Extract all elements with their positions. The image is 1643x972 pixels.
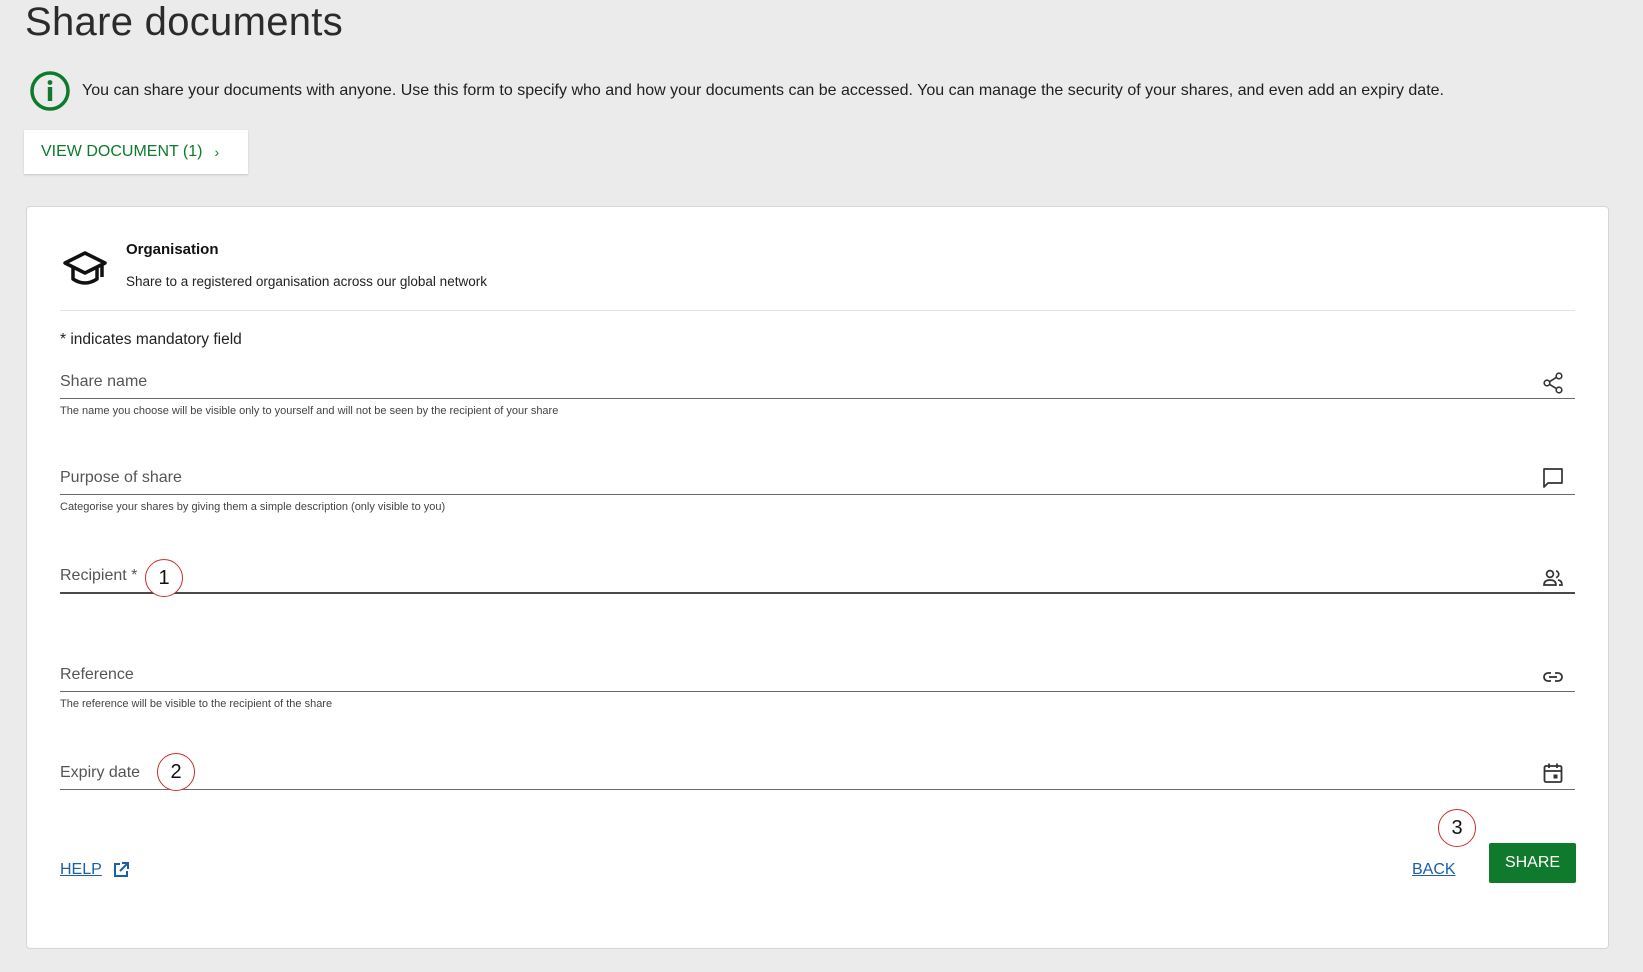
reference-hint: The reference will be visible to the rec… (60, 698, 333, 710)
share-name-underline (60, 398, 1575, 399)
recipient-label: Recipient * (60, 567, 138, 584)
share-name-field[interactable]: Share name The name you choose will be v… (60, 371, 1575, 423)
recipient-field[interactable]: Recipient * (60, 567, 1575, 607)
view-document-label: VIEW DOCUMENT (1) (41, 143, 203, 160)
share-form-card: Organisation Share to a registered organ… (26, 206, 1609, 949)
share-button[interactable]: SHARE (1489, 843, 1576, 883)
mandatory-note: * indicates mandatory field (60, 331, 242, 348)
expiry-date-field[interactable]: Expiry date (60, 761, 1575, 804)
help-label: HELP (60, 861, 102, 878)
callout-3: 3 (1438, 809, 1476, 847)
graduation-cap-icon (63, 251, 107, 285)
page-title: Share documents (25, 0, 344, 44)
calendar-icon[interactable] (1541, 761, 1565, 785)
help-link[interactable]: HELP (60, 861, 130, 879)
info-banner: You can share your documents with anyone… (28, 69, 1444, 113)
recipient-underline (60, 592, 1575, 594)
expiry-date-underline (60, 789, 1575, 790)
callout-1: 1 (145, 559, 183, 597)
reference-field[interactable]: Reference The reference will be visible … (60, 666, 1575, 716)
purpose-field[interactable]: Purpose of share Categorise your shares … (60, 466, 1575, 519)
reference-label: Reference (60, 666, 134, 683)
reference-underline (60, 691, 1575, 692)
organisation-subtitle: Share to a registered organisation acros… (126, 274, 487, 289)
info-text: You can share your documents with anyone… (82, 82, 1444, 99)
callout-2: 2 (157, 753, 195, 791)
organisation-title: Organisation (126, 241, 219, 258)
view-document-button[interactable]: VIEW DOCUMENT (1) › (24, 130, 248, 174)
divider (60, 310, 1575, 311)
comment-icon[interactable] (1541, 466, 1565, 490)
chevron-right-icon: › (214, 144, 220, 160)
info-icon (30, 71, 70, 111)
share-name-label: Share name (60, 373, 148, 390)
external-link-icon (113, 862, 129, 877)
people-icon[interactable] (1541, 566, 1565, 590)
purpose-underline (60, 494, 1575, 495)
purpose-hint: Categorise your shares by giving them a … (60, 501, 446, 513)
share-name-hint: The name you choose will be visible only… (60, 405, 559, 417)
purpose-label: Purpose of share (60, 469, 182, 486)
share-icon[interactable] (1541, 371, 1565, 395)
back-link[interactable]: BACK (1412, 861, 1456, 879)
expiry-date-label: Expiry date (60, 764, 141, 781)
link-icon[interactable] (1541, 665, 1565, 689)
